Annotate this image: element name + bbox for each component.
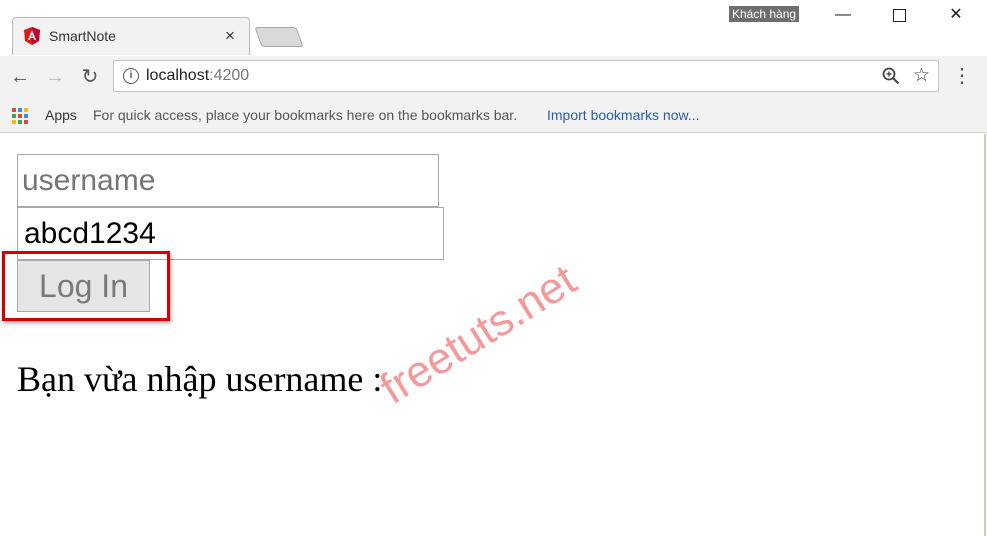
reload-icon[interactable]: ↻	[78, 65, 102, 89]
browser-toolbar: ← → ↻ i localhost:4200 ☆ ⋮	[0, 56, 987, 98]
url-port: :4200	[209, 67, 250, 84]
profile-name[interactable]: Khách hàng	[729, 6, 800, 22]
url-text[interactable]: localhost:4200	[146, 67, 249, 85]
url-host: localhost	[146, 67, 210, 84]
apps-grid-icon[interactable]	[12, 108, 28, 124]
import-bookmarks-link[interactable]: Import bookmarks now...	[547, 107, 700, 123]
back-arrow-icon[interactable]: ←	[8, 65, 32, 89]
page-edge	[984, 134, 986, 536]
page-content: Log In Bạn vừa nhập username : freetuts.…	[0, 134, 987, 536]
highlight-annotation	[2, 251, 170, 321]
tab-title: SmartNote	[49, 28, 116, 44]
browser-tab[interactable]: SmartNote ×	[12, 17, 250, 55]
result-text: Bạn vừa nhập username :	[17, 359, 383, 399]
address-bar[interactable]: i localhost:4200 ☆	[113, 60, 939, 92]
new-tab-button[interactable]	[254, 27, 304, 47]
angular-logo-icon	[24, 27, 40, 45]
menu-icon[interactable]: ⋮	[952, 64, 972, 88]
bookmarks-hint: For quick access, place your bookmarks h…	[93, 107, 518, 123]
bookmarks-bar: Apps For quick access, place your bookma…	[0, 98, 987, 133]
forward-arrow-icon[interactable]: →	[43, 65, 67, 89]
watermark: freetuts.net	[372, 255, 585, 414]
minimize-icon[interactable]: —	[820, 2, 866, 28]
maximize-icon[interactable]	[876, 2, 922, 28]
info-icon[interactable]: i	[123, 68, 139, 84]
close-window-icon[interactable]: ✕	[933, 2, 979, 28]
tab-close-icon[interactable]: ×	[225, 26, 235, 46]
title-bar: SmartNote × Khách hàng — ✕	[0, 0, 987, 56]
apps-link[interactable]: Apps	[45, 107, 77, 123]
bookmark-star-icon[interactable]: ☆	[913, 64, 930, 87]
zoom-icon[interactable]	[882, 67, 900, 85]
username-input[interactable]	[17, 154, 439, 207]
